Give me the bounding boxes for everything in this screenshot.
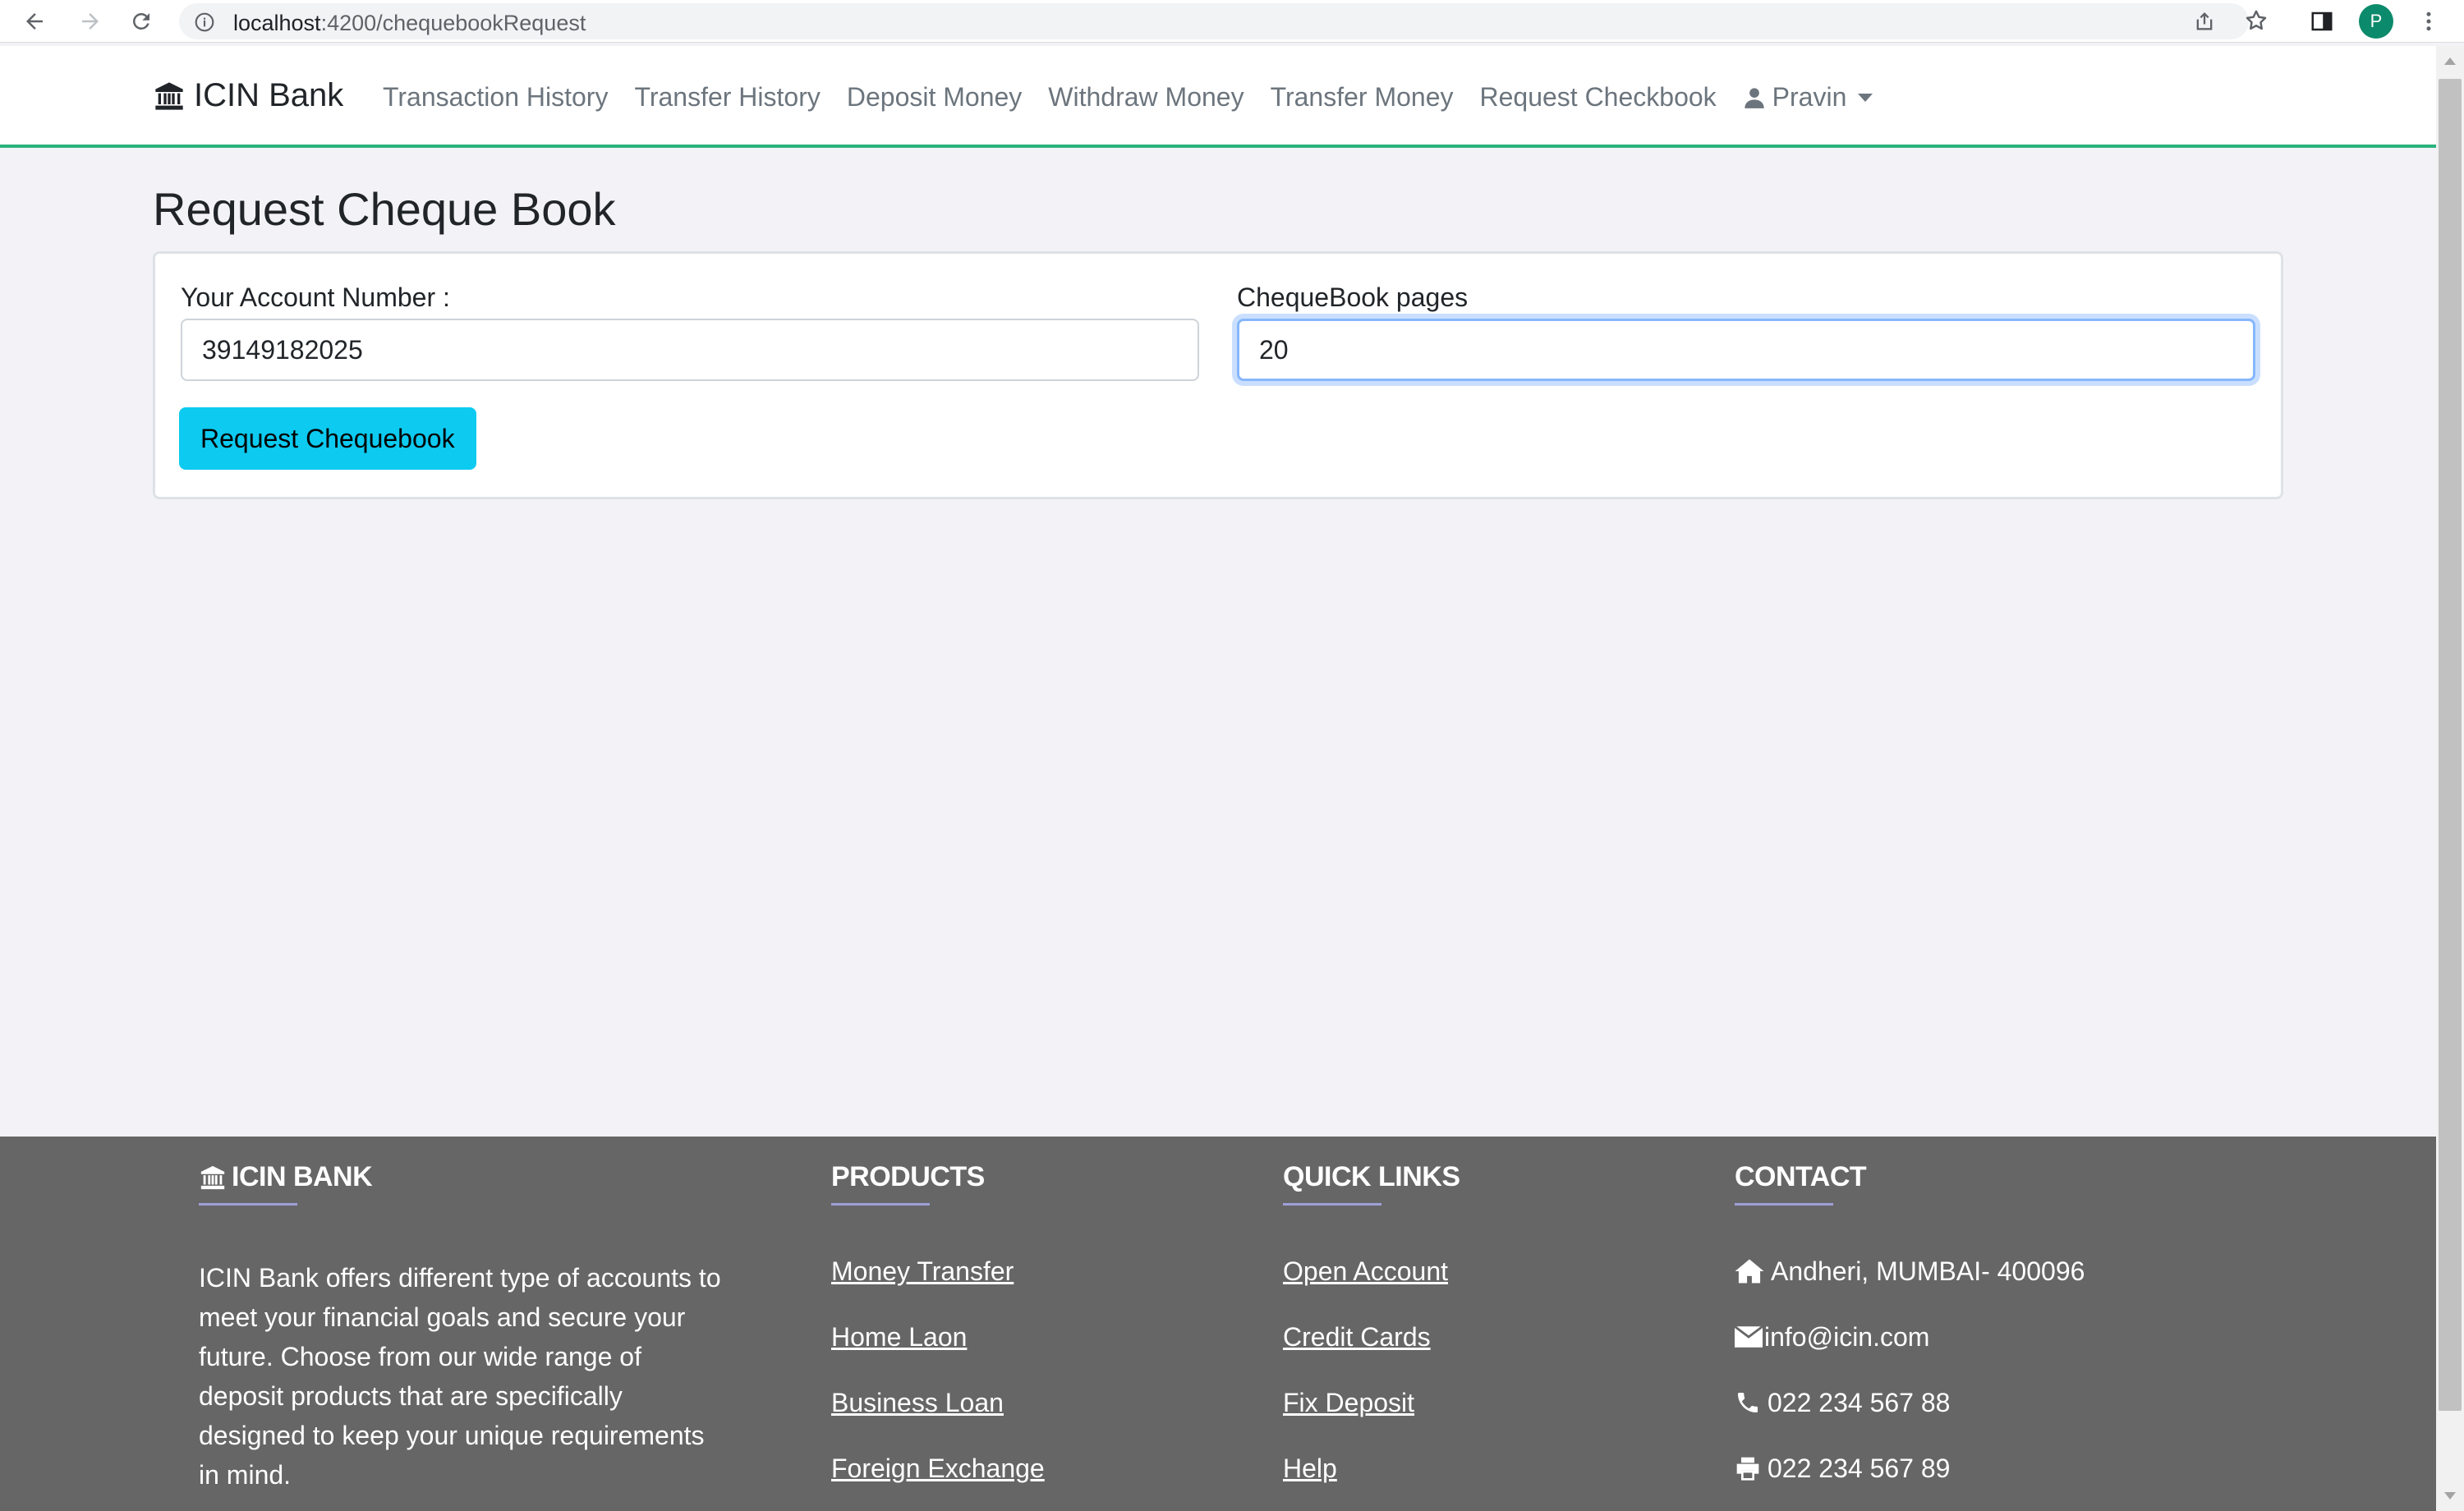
footer-quick-links: QUICK LINKS Open Account Credit Cards Fi… bbox=[1283, 1161, 1460, 1511]
footer-link-foreign-exchange[interactable]: Foreign Exchange bbox=[831, 1455, 1045, 1481]
contact-email-text: info@icin.com bbox=[1764, 1322, 1930, 1352]
footer-about-heading: ICIN BANK bbox=[199, 1161, 724, 1193]
info-icon[interactable] bbox=[194, 11, 215, 33]
page-title: Request Cheque Book bbox=[153, 183, 616, 235]
footer-link-business-loan[interactable]: Business Loan bbox=[831, 1389, 1045, 1416]
scroll-down-icon[interactable] bbox=[2444, 1492, 2456, 1500]
footer-contact-heading: CONTACT bbox=[1735, 1161, 1867, 1192]
request-chequebook-button[interactable]: Request Chequebook bbox=[179, 407, 476, 470]
side-panel-icon[interactable] bbox=[2310, 9, 2334, 34]
share-icon[interactable] bbox=[2193, 10, 2216, 33]
contact-address-text: Andheri, MUMBAI- 400096 bbox=[1771, 1256, 2085, 1286]
footer-link-home-loan[interactable]: Home Laon bbox=[831, 1324, 1045, 1350]
forward-button[interactable] bbox=[74, 5, 107, 38]
heading-underline bbox=[1735, 1203, 1833, 1206]
heading-underline bbox=[1283, 1203, 1381, 1206]
nav-withdraw-money[interactable]: Withdraw Money bbox=[1048, 82, 1243, 113]
browser-toolbar: localhost:4200/chequebookRequest P bbox=[0, 0, 2464, 43]
back-button[interactable] bbox=[18, 5, 51, 38]
url-host: localhost bbox=[233, 11, 321, 35]
contact-phone: 022 234 567 88 bbox=[1735, 1389, 2085, 1416]
footer-link-fix-deposit[interactable]: Fix Deposit bbox=[1283, 1389, 1460, 1416]
heading-underline bbox=[831, 1203, 930, 1206]
phone-icon bbox=[1738, 1393, 1758, 1412]
footer: ICIN BANK ICIN Bank offers different typ… bbox=[0, 1137, 2436, 1511]
brand-name: ICIN Bank bbox=[194, 77, 344, 113]
nav-transaction-history[interactable]: Transaction History bbox=[383, 82, 608, 113]
footer-products: PRODUCTS Money Transfer Home Laon Busine… bbox=[831, 1161, 1045, 1511]
bookmark-star-icon[interactable] bbox=[2244, 8, 2269, 33]
footer-about: ICIN BANK ICIN Bank offers different typ… bbox=[199, 1161, 724, 1495]
brand-link[interactable]: ICIN Bank bbox=[153, 77, 343, 114]
reload-button[interactable] bbox=[125, 5, 158, 38]
scroll-up-icon[interactable] bbox=[2444, 57, 2456, 65]
page-scrollbar[interactable] bbox=[2436, 46, 2464, 1511]
cheque-pages-input[interactable] bbox=[1237, 319, 2255, 381]
footer-link-help[interactable]: Help bbox=[1283, 1455, 1460, 1481]
chevron-down-icon bbox=[1858, 93, 1873, 102]
nav-links: Transaction History Transfer History Dep… bbox=[383, 82, 1873, 113]
nav-transfer-money[interactable]: Transfer Money bbox=[1271, 82, 1454, 113]
reload-icon bbox=[133, 13, 149, 30]
printer-icon bbox=[1736, 1457, 1759, 1481]
home-icon bbox=[1735, 1259, 1764, 1284]
back-arrow-icon bbox=[26, 13, 43, 30]
app-navbar: ICIN Bank Transaction History Transfer H… bbox=[0, 46, 2436, 148]
heading-underline bbox=[199, 1203, 297, 1206]
footer-about-title: ICIN BANK bbox=[232, 1161, 373, 1192]
url-path: :4200/chequebookRequest bbox=[320, 11, 586, 35]
footer-link-credit-cards[interactable]: Credit Cards bbox=[1283, 1324, 1460, 1350]
account-number-label: Your Account Number : bbox=[181, 282, 450, 312]
contact-email: info@icin.com bbox=[1735, 1324, 2085, 1350]
bank-icon bbox=[200, 1165, 225, 1189]
user-icon bbox=[1744, 87, 1764, 108]
more-menu-icon[interactable] bbox=[2416, 9, 2441, 34]
footer-contact: CONTACT Andheri, MUMBAI- 400096 info@ici… bbox=[1735, 1161, 2085, 1511]
nav-request-checkbook[interactable]: Request Checkbook bbox=[1479, 82, 1716, 113]
nav-transfer-history[interactable]: Transfer History bbox=[634, 82, 820, 113]
forward-arrow-icon bbox=[82, 13, 99, 30]
url-text: localhost:4200/chequebookRequest bbox=[233, 11, 586, 36]
contact-fax-text: 022 234 567 89 bbox=[1768, 1454, 1951, 1483]
user-name: Pravin bbox=[1772, 82, 1847, 112]
contact-fax: 022 234 567 89 bbox=[1735, 1455, 2085, 1481]
address-bar[interactable]: localhost:4200/chequebookRequest bbox=[179, 3, 2249, 39]
nav-deposit-money[interactable]: Deposit Money bbox=[847, 82, 1022, 113]
footer-about-text: ICIN Bank offers different type of accou… bbox=[199, 1263, 721, 1490]
scrollbar-thumb[interactable] bbox=[2439, 79, 2462, 1411]
footer-link-open-account[interactable]: Open Account bbox=[1283, 1258, 1460, 1284]
account-number-input[interactable] bbox=[181, 319, 1199, 381]
bank-icon bbox=[155, 81, 183, 110]
contact-phone-text: 022 234 567 88 bbox=[1768, 1388, 1951, 1417]
profile-avatar[interactable]: P bbox=[2359, 4, 2393, 39]
footer-quick-links-heading: QUICK LINKS bbox=[1283, 1161, 1460, 1192]
footer-products-heading: PRODUCTS bbox=[831, 1161, 985, 1192]
user-dropdown[interactable]: Pravin bbox=[1743, 82, 1873, 113]
cheque-pages-label: ChequeBook pages bbox=[1237, 282, 1469, 312]
footer-link-money-transfer[interactable]: Money Transfer bbox=[831, 1258, 1045, 1284]
contact-address: Andheri, MUMBAI- 400096 bbox=[1735, 1258, 2085, 1284]
envelope-icon bbox=[1735, 1325, 1763, 1348]
